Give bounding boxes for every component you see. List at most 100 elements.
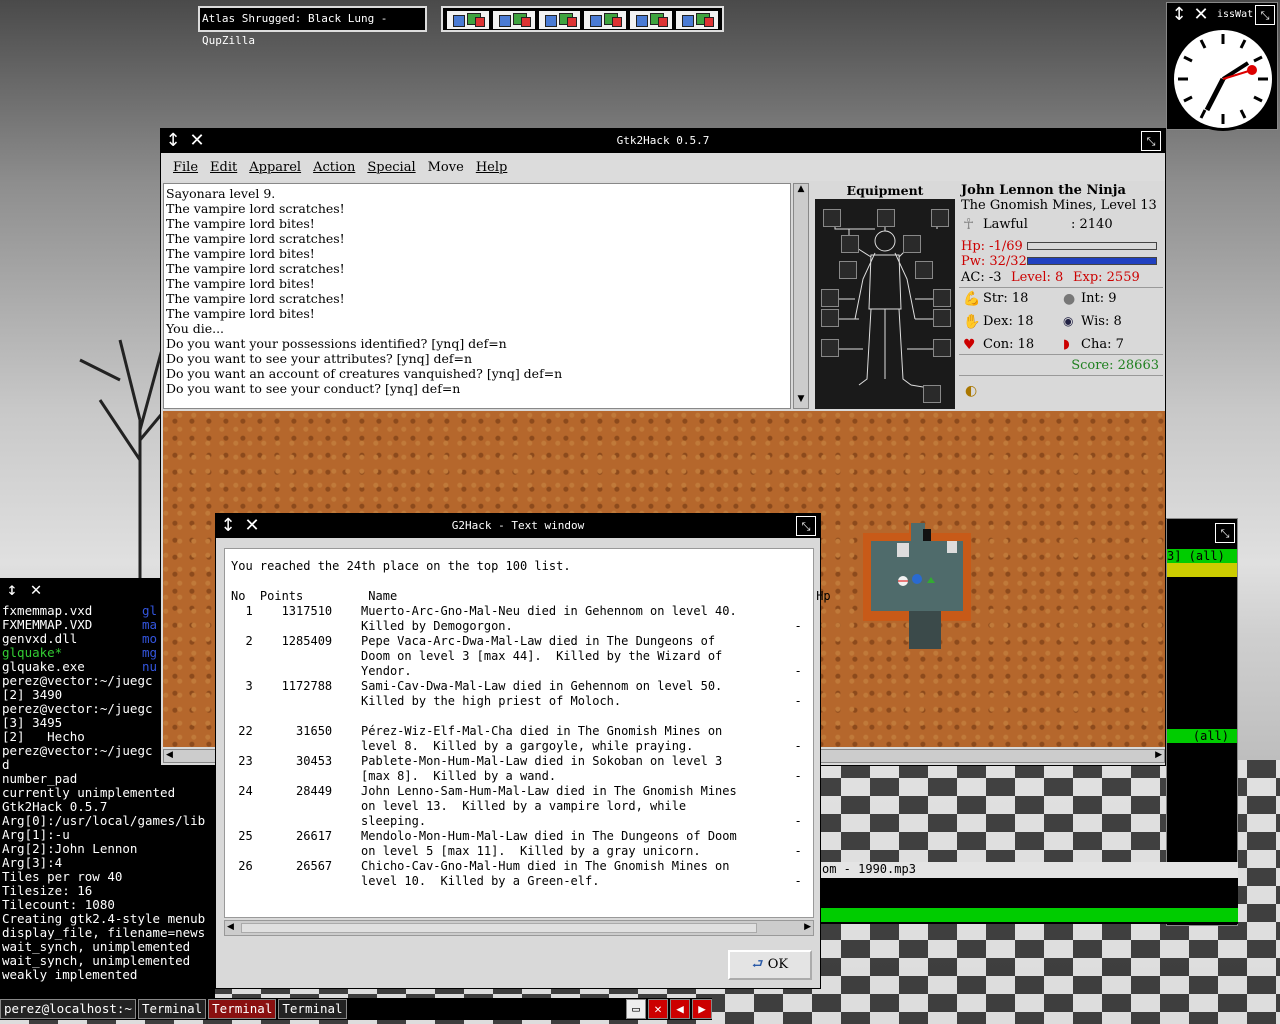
terminal-column-text: nu: [142, 659, 158, 674]
location: The Gnomish Mines, Level 13: [961, 198, 1157, 213]
terminal-line: Gtk2Hack 0.5.7: [2, 799, 108, 814]
terminal-column-text: mg: [142, 645, 158, 660]
close-icon[interactable]: ✕: [187, 131, 207, 151]
potion-slot-icon[interactable]: [915, 261, 933, 279]
clock-window: ↕ ✕ issWat ⤡: [1166, 2, 1278, 131]
resize-icon[interactable]: ⤡: [1255, 5, 1275, 25]
exp-label: Exp: 2559: [1073, 270, 1140, 285]
eye-icon: ◉: [1063, 314, 1074, 328]
shield-slot-icon[interactable]: [933, 289, 951, 307]
gloves-slot-icon[interactable]: [821, 339, 839, 357]
score-entry-line: on level 13. Killed by a vampire lord, w…: [231, 799, 687, 813]
alignment: Lawful: [983, 217, 1028, 232]
menu-help[interactable]: Help: [470, 160, 514, 175]
track-title: om - 1990.mp3: [820, 862, 1238, 878]
close-icon[interactable]: ✕: [648, 999, 668, 1019]
workspace-2[interactable]: [492, 11, 535, 29]
ok-button[interactable]: ⮐ OK: [728, 950, 812, 980]
ankh-icon: ☥: [963, 215, 975, 233]
bow-slot-icon[interactable]: [931, 209, 949, 227]
score-entry-line: 26 26567 Chicho-Cav-Gno-Mal-Hum died in …: [231, 859, 730, 873]
score-label: Score: 28663: [1071, 358, 1159, 373]
str-stat: Str: 18: [983, 291, 1029, 306]
boots-slot-icon[interactable]: [923, 385, 941, 403]
window-title: Gtk2Hack 0.5.7: [161, 129, 1165, 153]
workspace-5[interactable]: [630, 11, 673, 29]
progress-bar[interactable]: [820, 908, 1238, 922]
score-entry-line: 1 1317510 Muerto-Arc-Gno-Mal-Neu died in…: [231, 604, 737, 618]
menu-special[interactable]: Special: [361, 160, 421, 175]
task-item[interactable]: perez@localhost:~: [0, 999, 136, 1019]
move-icon[interactable]: ↕: [218, 516, 238, 536]
close-icon[interactable]: ✕: [242, 516, 262, 536]
terminal-line: number_pad: [2, 771, 78, 786]
dungeon-room: [863, 523, 971, 649]
message-scrollbar[interactable]: ▲ ▼: [793, 183, 809, 409]
workspace-3[interactable]: [538, 11, 581, 29]
helmet-slot-icon[interactable]: [877, 209, 895, 227]
weapon-slot-icon[interactable]: [823, 209, 841, 227]
ring-left-slot-icon[interactable]: [821, 309, 839, 327]
terminal-line: wait_synch, unimplemented: [2, 953, 191, 968]
analog-clock: [1171, 27, 1275, 131]
terminal-line: Tilesize: 16: [2, 883, 93, 898]
menu-edit[interactable]: Edit: [204, 160, 243, 175]
amulet-slot-icon[interactable]: [841, 235, 859, 253]
menu-file[interactable]: File: [167, 160, 204, 175]
workspace-4[interactable]: [584, 11, 627, 29]
ring-right-slot-icon[interactable]: [933, 309, 951, 327]
task-item-active[interactable]: Terminal: [208, 999, 277, 1019]
character-name: John Lennon the Ninja: [961, 183, 1126, 198]
resize-icon[interactable]: ⤡: [796, 516, 816, 536]
lips-icon: ◗: [1063, 337, 1070, 352]
resize-icon[interactable]: ⤡: [1141, 131, 1161, 151]
message-line: Sayonara level 9.: [166, 186, 276, 201]
light-slot-icon[interactable]: [903, 235, 921, 253]
workspace-1[interactable]: [447, 11, 489, 29]
message-line: The vampire lord scratches!: [166, 291, 345, 306]
menu-move[interactable]: Move: [422, 160, 470, 175]
cloak-slot-icon[interactable]: [839, 261, 857, 279]
shirt-slot-icon[interactable]: [933, 339, 951, 357]
terminal-line: weakly implemented: [2, 967, 138, 982]
status-effect-icon: ◐: [965, 383, 978, 399]
prev-icon[interactable]: ◀: [670, 999, 690, 1019]
return-icon: ⮐: [751, 957, 764, 972]
menu-action[interactable]: Action: [307, 160, 361, 175]
message-log[interactable]: Sayonara level 9. The vampire lord scratc…: [163, 183, 791, 409]
workspace-pager[interactable]: [441, 6, 724, 32]
terminal-column-text: gl: [142, 603, 158, 618]
move-icon[interactable]: ↕: [2, 580, 22, 600]
active-task-label[interactable]: Atlas Shrugged: Black Lung - QupZilla: [198, 6, 427, 47]
menu-bar: File Edit Apparel Action Special Move He…: [161, 153, 1165, 181]
workspace-6[interactable]: [676, 11, 718, 29]
score-list[interactable]: You reached the 24th place on the top 10…: [224, 548, 831, 918]
task-item[interactable]: Terminal: [278, 999, 347, 1019]
next-icon[interactable]: ▶: [692, 999, 712, 1019]
move-icon[interactable]: ↕: [1169, 5, 1189, 25]
message-line: Do you want to see your conduct? [ynq] d…: [166, 381, 461, 396]
terminal-line: wait_synch, unimplemented: [2, 939, 191, 954]
score-entry-line: 2 1285409 Pepe Vaca-Arc-Dwa-Mal-Law died…: [231, 634, 716, 648]
close-icon[interactable]: ✕: [1191, 5, 1211, 25]
message-line: You die...: [166, 321, 225, 336]
wielded-slot-icon[interactable]: [821, 289, 839, 307]
media-player-strip[interactable]: om - 1990.mp3: [820, 862, 1238, 924]
resize-icon[interactable]: ⤡: [1215, 523, 1235, 543]
close-icon[interactable]: ✕: [26, 580, 46, 600]
message-line: Do you want an account of creatures vanq…: [166, 366, 563, 381]
window-icon[interactable]: ▭: [626, 999, 646, 1019]
hp-label: Hp: -1/69: [961, 239, 1023, 254]
terminal-line: Tiles per row 40: [2, 869, 123, 884]
dialog-horizontal-scrollbar[interactable]: ◀ ▶: [224, 920, 814, 936]
equipment-label: Equipment: [815, 183, 955, 199]
score-entry-line: 22 31650 Pérez-Wiz-Elf-Mal-Cha died in T…: [231, 724, 723, 738]
task-item[interactable]: Terminal: [137, 999, 207, 1019]
ac-label: AC: -3: [961, 270, 1002, 285]
move-icon[interactable]: ↕: [163, 131, 183, 151]
highlight-row: [1167, 563, 1237, 577]
menu-apparel[interactable]: Apparel: [243, 160, 307, 175]
score-entry-line: 25 26617 Mendolo-Mon-Hum-Mal-Law died in…: [231, 829, 737, 843]
hand-icon: ✋: [963, 314, 981, 330]
